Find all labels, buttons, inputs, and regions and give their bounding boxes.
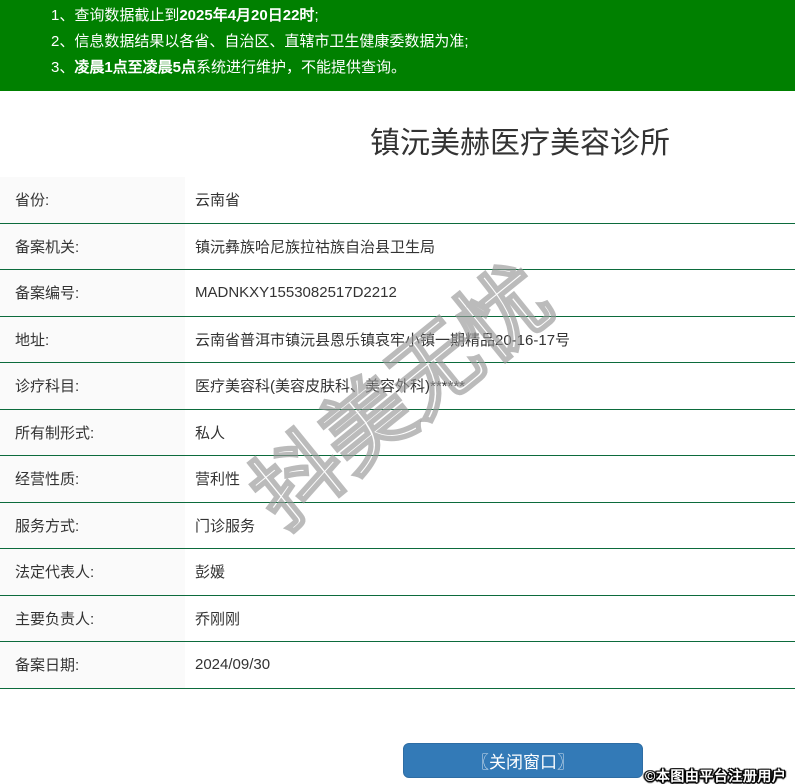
table-row-medical-subjects: 诊疗科目: 医疗美容科(美容皮肤科、美容外科)****** (0, 363, 795, 410)
table-row-legal-representative: 法定代表人: 彭媛 (0, 549, 795, 596)
notice-item-1: 1、查询数据截止到2025年4月20日22时; (0, 3, 795, 29)
notice-bold-text: 凌晨1点至凌晨5点 (74, 59, 197, 76)
row-label: 服务方式: (0, 502, 185, 548)
table-row-business-nature: 经营性质: 营利性 (0, 456, 795, 503)
notice-text: 系统进行维护，不能提供查询。 (196, 59, 407, 76)
row-label: 备案机关: (0, 223, 185, 269)
row-value: 2024/09/30 (195, 656, 271, 674)
row-label: 经营性质: (0, 456, 185, 502)
table-row-filing-number: 备案编号: MADNKXY1553082517D2212 (0, 270, 795, 317)
notice-text: ; (314, 7, 319, 24)
notice-bold-text: 2025年4月20日22时 (179, 7, 315, 24)
row-value: 医疗美容科(美容皮肤科、美容外科)****** (195, 378, 466, 396)
table-row-address: 地址: 云南省普洱市镇沅县恩乐镇哀牢小镇一期精品20-16-17号 (0, 316, 795, 363)
row-label: 法定代表人: (0, 549, 185, 595)
row-value: MADNKXY1553082517D2212 (195, 284, 397, 302)
row-value: 镇沅彝族哈尼族拉祜族自治县卫生局 (195, 238, 436, 256)
row-label: 主要负责人: (0, 595, 185, 641)
row-value: 乔刚刚 (195, 610, 241, 628)
notice-banner: 1、查询数据截止到2025年4月20日22时; 2、信息数据结果以各省、自治区、… (0, 0, 795, 91)
notice-text: 1、查询数据截止到 (51, 7, 180, 24)
row-value: 门诊服务 (195, 517, 256, 535)
copyright-badge: ©本图由平台注册用户上传 (645, 768, 787, 784)
row-value: 云南省普洱市镇沅县恩乐镇哀牢小镇一期精品20-16-17号 (195, 331, 571, 349)
row-label: 诊疗科目: (0, 363, 185, 409)
table-row-ownership-form: 所有制形式: 私人 (0, 409, 795, 456)
row-label: 省份: (0, 177, 185, 223)
notice-item-2: 2、信息数据结果以各省、自治区、直辖市卫生健康委数据为准; (0, 29, 795, 55)
page-title: 镇沅美赫医疗美容诊所 (370, 127, 670, 160)
table-row-principal: 主要负责人: 乔刚刚 (0, 595, 795, 642)
row-value: 云南省 (195, 192, 241, 210)
record-table: 省份: 云南省 备案机关: 镇沅彝族哈尼族拉祜族自治县卫生局 备案编号: MAD… (0, 177, 795, 689)
table-row-service-mode: 服务方式: 门诊服务 (0, 502, 795, 549)
close-window-button[interactable]: 〖关闭窗口〗 (403, 743, 643, 778)
row-value: 营利性 (195, 471, 241, 489)
content-container: 1、查询数据截止到2025年4月20日22时; 2、信息数据结果以各省、自治区、… (0, 0, 795, 689)
notice-text: 2、信息数据结果以各省、自治区、直辖市卫生健康委数据为准; (51, 33, 469, 50)
table-row-filing-authority: 备案机关: 镇沅彝族哈尼族拉祜族自治县卫生局 (0, 223, 795, 270)
table-row-filing-date: 备案日期: 2024/09/30 (0, 642, 795, 689)
row-label: 地址: (0, 316, 185, 362)
table-row-province: 省份: 云南省 (0, 177, 795, 224)
row-value: 私人 (195, 424, 226, 442)
row-label: 备案编号: (0, 270, 185, 316)
row-label: 备案日期: (0, 642, 185, 688)
notice-text: 3、 (51, 59, 75, 76)
row-label: 所有制形式: (0, 409, 185, 455)
notice-item-3: 3、凌晨1点至凌晨5点系统进行维护，不能提供查询。 (0, 55, 795, 81)
row-value: 彭媛 (195, 564, 226, 582)
